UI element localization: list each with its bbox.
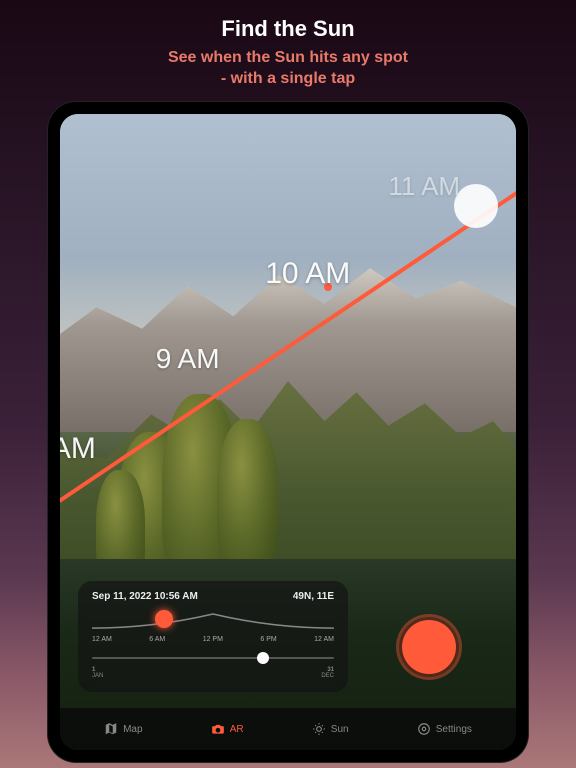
tab-settings[interactable]: Settings	[417, 722, 472, 736]
map-icon	[104, 722, 118, 736]
selected-datetime: Sep 11, 2022 10:56 AM	[92, 591, 198, 602]
date-slider[interactable]	[92, 651, 334, 665]
time-ticks: 12 AM 6 AM 12 PM 6 PM 12 AM	[92, 636, 334, 643]
sun-position-marker[interactable]	[454, 184, 498, 228]
time-tick: 12 AM	[92, 636, 112, 643]
time-tick: 12 PM	[203, 636, 223, 643]
capture-button[interactable]	[402, 620, 456, 674]
promo-header: Find the Sun See when the Sun hits any s…	[0, 0, 576, 100]
date-range-labels: 1JAN 31DEC	[92, 667, 334, 680]
device-frame: AM 9 AM 10 AM 11 AM Sep 11, 2022 10:56 AM 4…	[48, 102, 528, 762]
promo-subtitle: See when the Sun hits any spot - with a …	[20, 48, 556, 90]
camera-icon	[211, 722, 225, 736]
time-tick: 12 AM	[314, 636, 334, 643]
tab-label: Settings	[436, 724, 472, 735]
gear-icon	[417, 722, 431, 736]
time-date-panel: Sep 11, 2022 10:56 AM 49N, 11E 12 AM 6 AM…	[78, 581, 348, 692]
tab-sun[interactable]: Sun	[312, 722, 349, 736]
sun-time-label: AM	[60, 432, 96, 466]
sun-time-label: 9 AM	[156, 343, 220, 375]
ar-camera-view[interactable]: AM 9 AM 10 AM 11 AM Sep 11, 2022 10:56 AM 4…	[60, 114, 516, 750]
time-tick: 6 AM	[149, 636, 165, 643]
tab-ar[interactable]: AR	[211, 722, 244, 736]
tab-label: Map	[123, 724, 142, 735]
tab-label: AR	[230, 724, 244, 735]
sun-time-label: 10 AM	[265, 257, 350, 291]
time-tick: 6 PM	[260, 636, 276, 643]
tab-label: Sun	[331, 724, 349, 735]
tab-map[interactable]: Map	[104, 722, 142, 736]
sun-icon	[312, 722, 326, 736]
time-slider-thumb[interactable]	[155, 610, 173, 628]
sun-time-label: 11 AM	[388, 171, 460, 202]
coordinates-label: 49N, 11E	[293, 591, 334, 602]
time-slider[interactable]	[92, 610, 334, 632]
promo-title: Find the Sun	[20, 16, 556, 42]
date-slider-thumb[interactable]	[257, 652, 269, 664]
tab-bar: Map AR Sun Settings	[60, 708, 516, 750]
